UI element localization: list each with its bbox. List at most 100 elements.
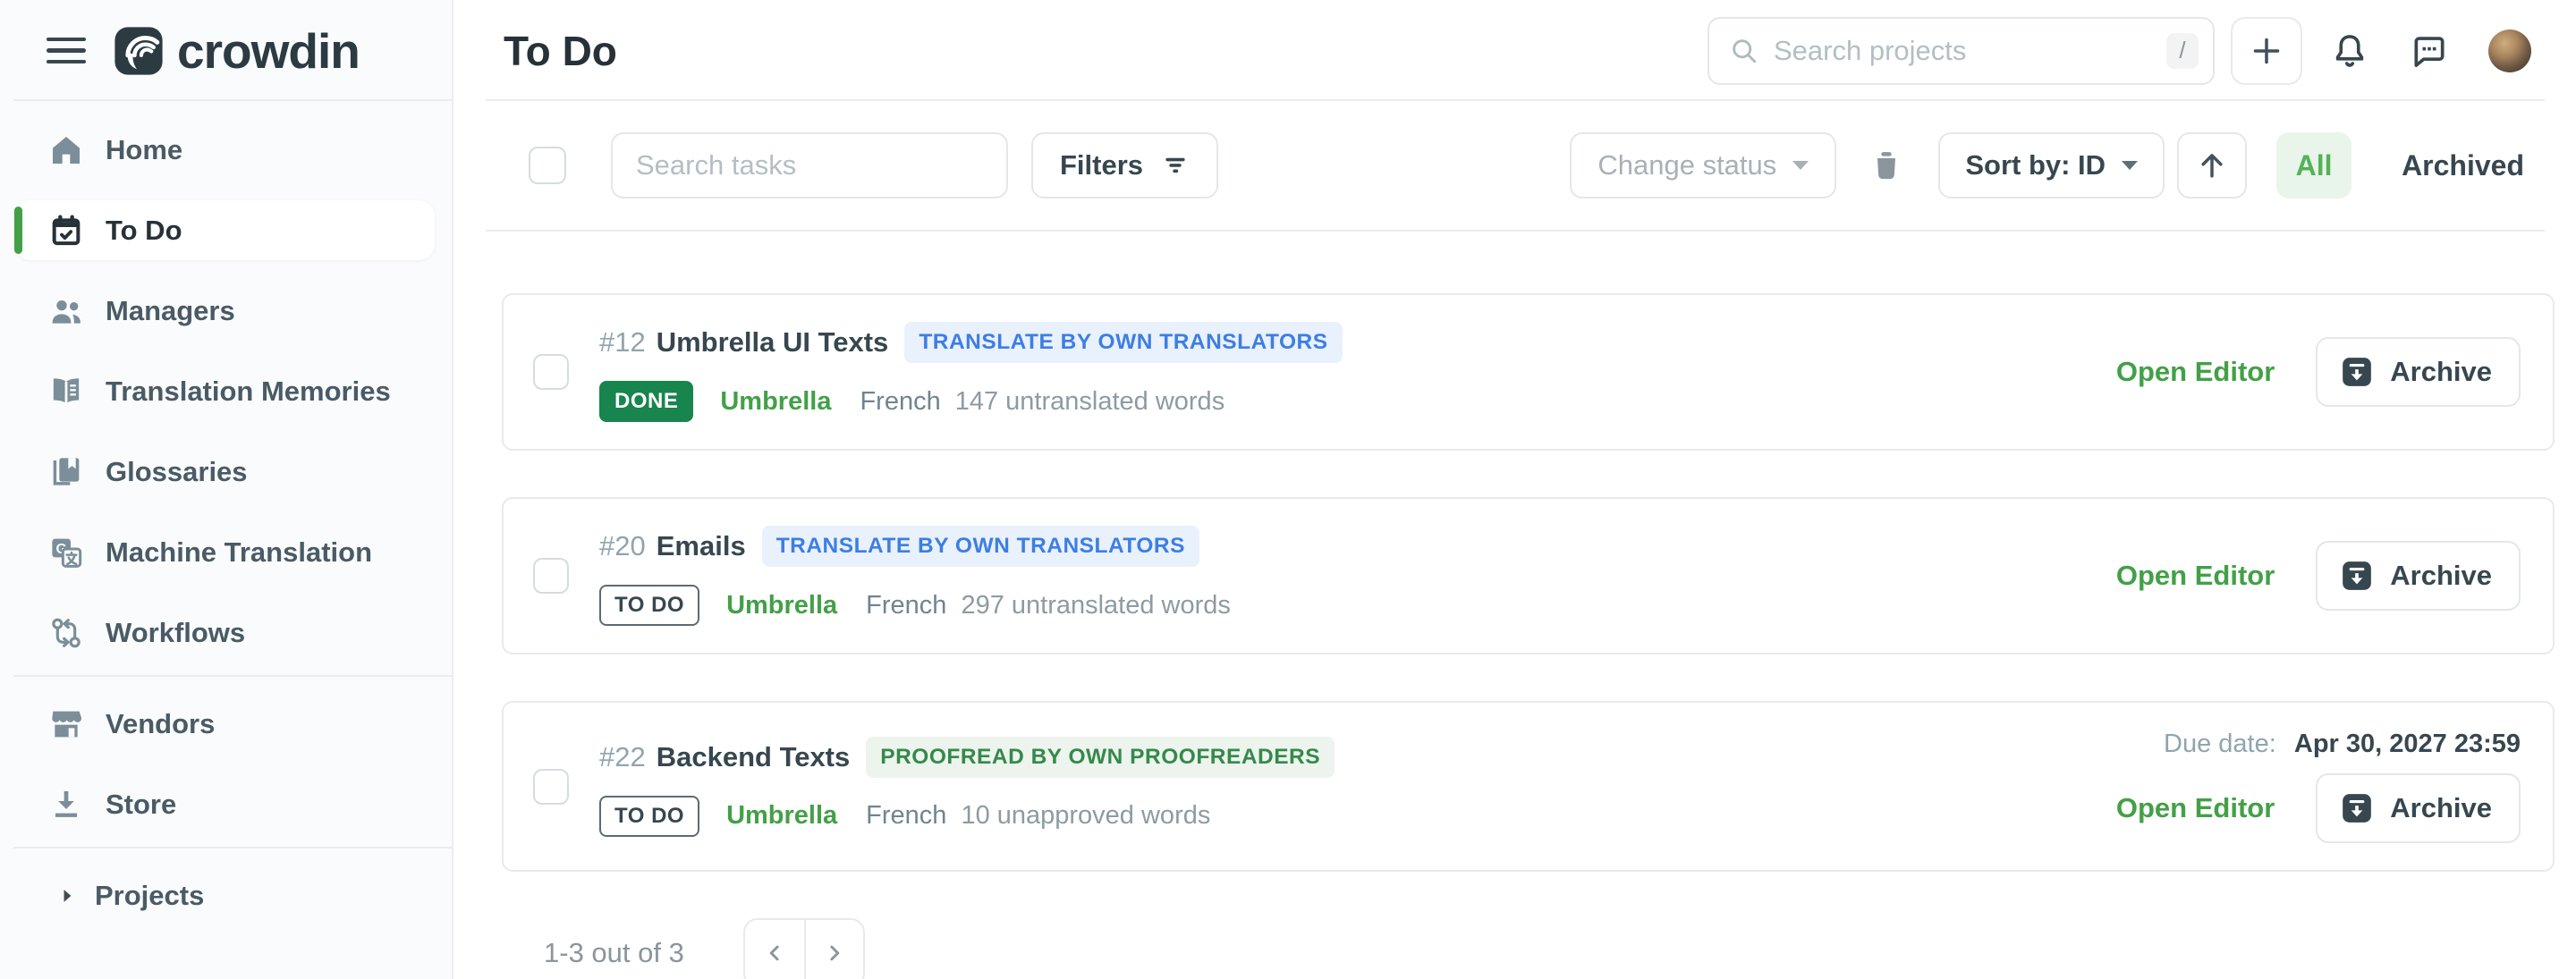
sidebar-nav: Home To Do Man (0, 101, 452, 936)
sidebar-item-glossaries[interactable]: Glossaries (0, 432, 452, 512)
chevron-left-icon (761, 940, 788, 966)
sidebar-item-label: Glossaries (106, 456, 248, 488)
task-title[interactable]: Emails (657, 530, 746, 562)
task-type-badge: TRANSLATE BY OWN TRANSLATORS (904, 322, 1342, 363)
archived-tab-label: Archived (2402, 149, 2524, 181)
select-all-checkbox[interactable] (529, 147, 566, 184)
notifications-button[interactable] (2329, 30, 2370, 72)
archive-box-icon (2339, 558, 2375, 594)
sidebar-item-store[interactable]: Store (0, 764, 452, 845)
status-badge: TO DO (599, 585, 699, 626)
open-editor-link[interactable]: Open Editor (2116, 356, 2275, 388)
archive-button[interactable]: Archive (2316, 773, 2521, 843)
sidebar-item-label: Managers (106, 295, 235, 327)
search-projects-input[interactable] (1774, 35, 2152, 67)
delete-button[interactable] (1868, 148, 1904, 183)
home-icon (47, 131, 86, 170)
filter-tab-archived[interactable]: Archived (2402, 149, 2524, 182)
archive-button-label: Archive (2390, 356, 2492, 388)
filter-tab-all[interactable]: All (2276, 132, 2351, 198)
task-title[interactable]: Umbrella UI Texts (657, 326, 889, 359)
task-actions: Due date: Apr 30, 2027 23:59 Open Editor… (2116, 730, 2521, 843)
task-list: #12 Umbrella UI Texts TRANSLATE BY OWN T… (502, 293, 2555, 872)
store-download-icon (47, 785, 86, 824)
task-checkbox[interactable] (533, 558, 569, 594)
task-card-body: #20 Emails TRANSLATE BY OWN TRANSLATORS … (599, 526, 2116, 626)
pagination-summary: 1-3 out of 3 (544, 937, 684, 969)
trash-icon (1868, 148, 1904, 183)
hamburger-menu-icon[interactable] (47, 38, 86, 64)
user-avatar[interactable] (2488, 30, 2531, 72)
sort-direction-button[interactable] (2177, 132, 2247, 198)
sidebar-item-projects[interactable]: Projects (0, 856, 452, 936)
next-page-button[interactable] (804, 920, 863, 979)
sidebar-item-translation-memories[interactable]: Translation Memories (0, 351, 452, 432)
chevron-down-icon (2122, 161, 2138, 170)
open-editor-link[interactable]: Open Editor (2116, 560, 2275, 592)
previous-page-button[interactable] (745, 920, 804, 979)
tasks-toolbar: Filters Change status Sort by: ID (486, 101, 2545, 232)
sidebar-item-label: Vendors (106, 708, 215, 740)
project-link[interactable]: Umbrella (726, 591, 837, 620)
sidebar-item-label: Machine Translation (106, 536, 372, 569)
sidebar-item-vendors[interactable]: Vendors (0, 684, 452, 764)
vendors-icon (47, 705, 86, 744)
sidebar-header: crowdin (0, 0, 452, 101)
chevron-right-icon (821, 940, 848, 966)
sort-dropdown[interactable]: Sort by: ID (1938, 132, 2165, 198)
chevron-down-icon (1792, 161, 1809, 170)
task-language: French (866, 801, 946, 831)
sidebar: crowdin Home To Do (0, 0, 453, 979)
sort-label: Sort by: ID (1965, 149, 2106, 181)
sidebar-item-label: To Do (106, 215, 182, 247)
task-title[interactable]: Backend Texts (657, 741, 851, 773)
change-status-dropdown[interactable]: Change status (1570, 132, 1836, 198)
task-card-20: #20 Emails TRANSLATE BY OWN TRANSLATORS … (502, 497, 2555, 654)
status-badge: DONE (599, 381, 693, 422)
task-actions: Open Editor Archive (2116, 541, 2521, 611)
machine-translation-icon: G (47, 533, 86, 572)
task-card-body: #22 Backend Texts PROOFREAD BY OWN PROOF… (599, 737, 2116, 837)
task-type-badge: PROOFREAD BY OWN PROOFREADERS (866, 737, 1335, 778)
archive-button[interactable]: Archive (2316, 541, 2521, 611)
page-title: To Do (504, 27, 617, 75)
sidebar-item-managers[interactable]: Managers (0, 271, 452, 351)
filters-button[interactable]: Filters (1031, 132, 1218, 198)
sidebar-item-todo[interactable]: To Do (0, 190, 452, 271)
task-checkbox[interactable] (533, 354, 569, 390)
archive-box-icon (2339, 790, 2375, 826)
due-date-value: Apr 30, 2027 23:59 (2294, 730, 2521, 758)
slash-shortcut-key: / (2166, 33, 2199, 69)
pager-buttons (743, 918, 865, 979)
task-card-body: #12 Umbrella UI Texts TRANSLATE BY OWN T… (599, 322, 2116, 422)
task-action-buttons: Open Editor Archive (2116, 773, 2521, 843)
sidebar-item-machine-translation[interactable]: G Machine Translation (0, 512, 452, 593)
sidebar-item-workflows[interactable]: Workflows (0, 593, 452, 673)
task-id: #22 (599, 741, 646, 773)
plus-icon (2249, 33, 2284, 69)
sidebar-item-home[interactable]: Home (0, 110, 452, 190)
task-language: French (860, 387, 940, 417)
crowdin-logo-text: crowdin (177, 22, 360, 80)
open-editor-link[interactable]: Open Editor (2116, 792, 2275, 824)
task-word-count: 297 untranslated words (961, 591, 1230, 620)
crowdin-logo-icon (113, 25, 165, 77)
task-checkbox[interactable] (533, 769, 569, 805)
create-project-button[interactable] (2231, 17, 2302, 85)
glossaries-icon (47, 452, 86, 492)
chevron-right-icon (55, 884, 79, 907)
task-id: #20 (599, 530, 646, 562)
project-link[interactable]: Umbrella (720, 387, 831, 417)
chat-bubble-icon (2410, 31, 2449, 71)
sidebar-item-label: Home (106, 134, 182, 166)
search-tasks-input[interactable] (611, 132, 1008, 198)
toolbar-right: Change status Sort by: ID All (1570, 132, 2545, 198)
task-language: French (866, 591, 946, 620)
archive-button[interactable]: Archive (2316, 337, 2521, 407)
sidebar-divider (13, 847, 452, 848)
due-date-row: Due date: Apr 30, 2027 23:59 (2164, 730, 2521, 759)
sidebar-item-label: Workflows (106, 617, 245, 649)
messages-button[interactable] (2410, 31, 2449, 71)
crowdin-logo[interactable]: crowdin (113, 22, 360, 80)
project-link[interactable]: Umbrella (726, 801, 837, 831)
